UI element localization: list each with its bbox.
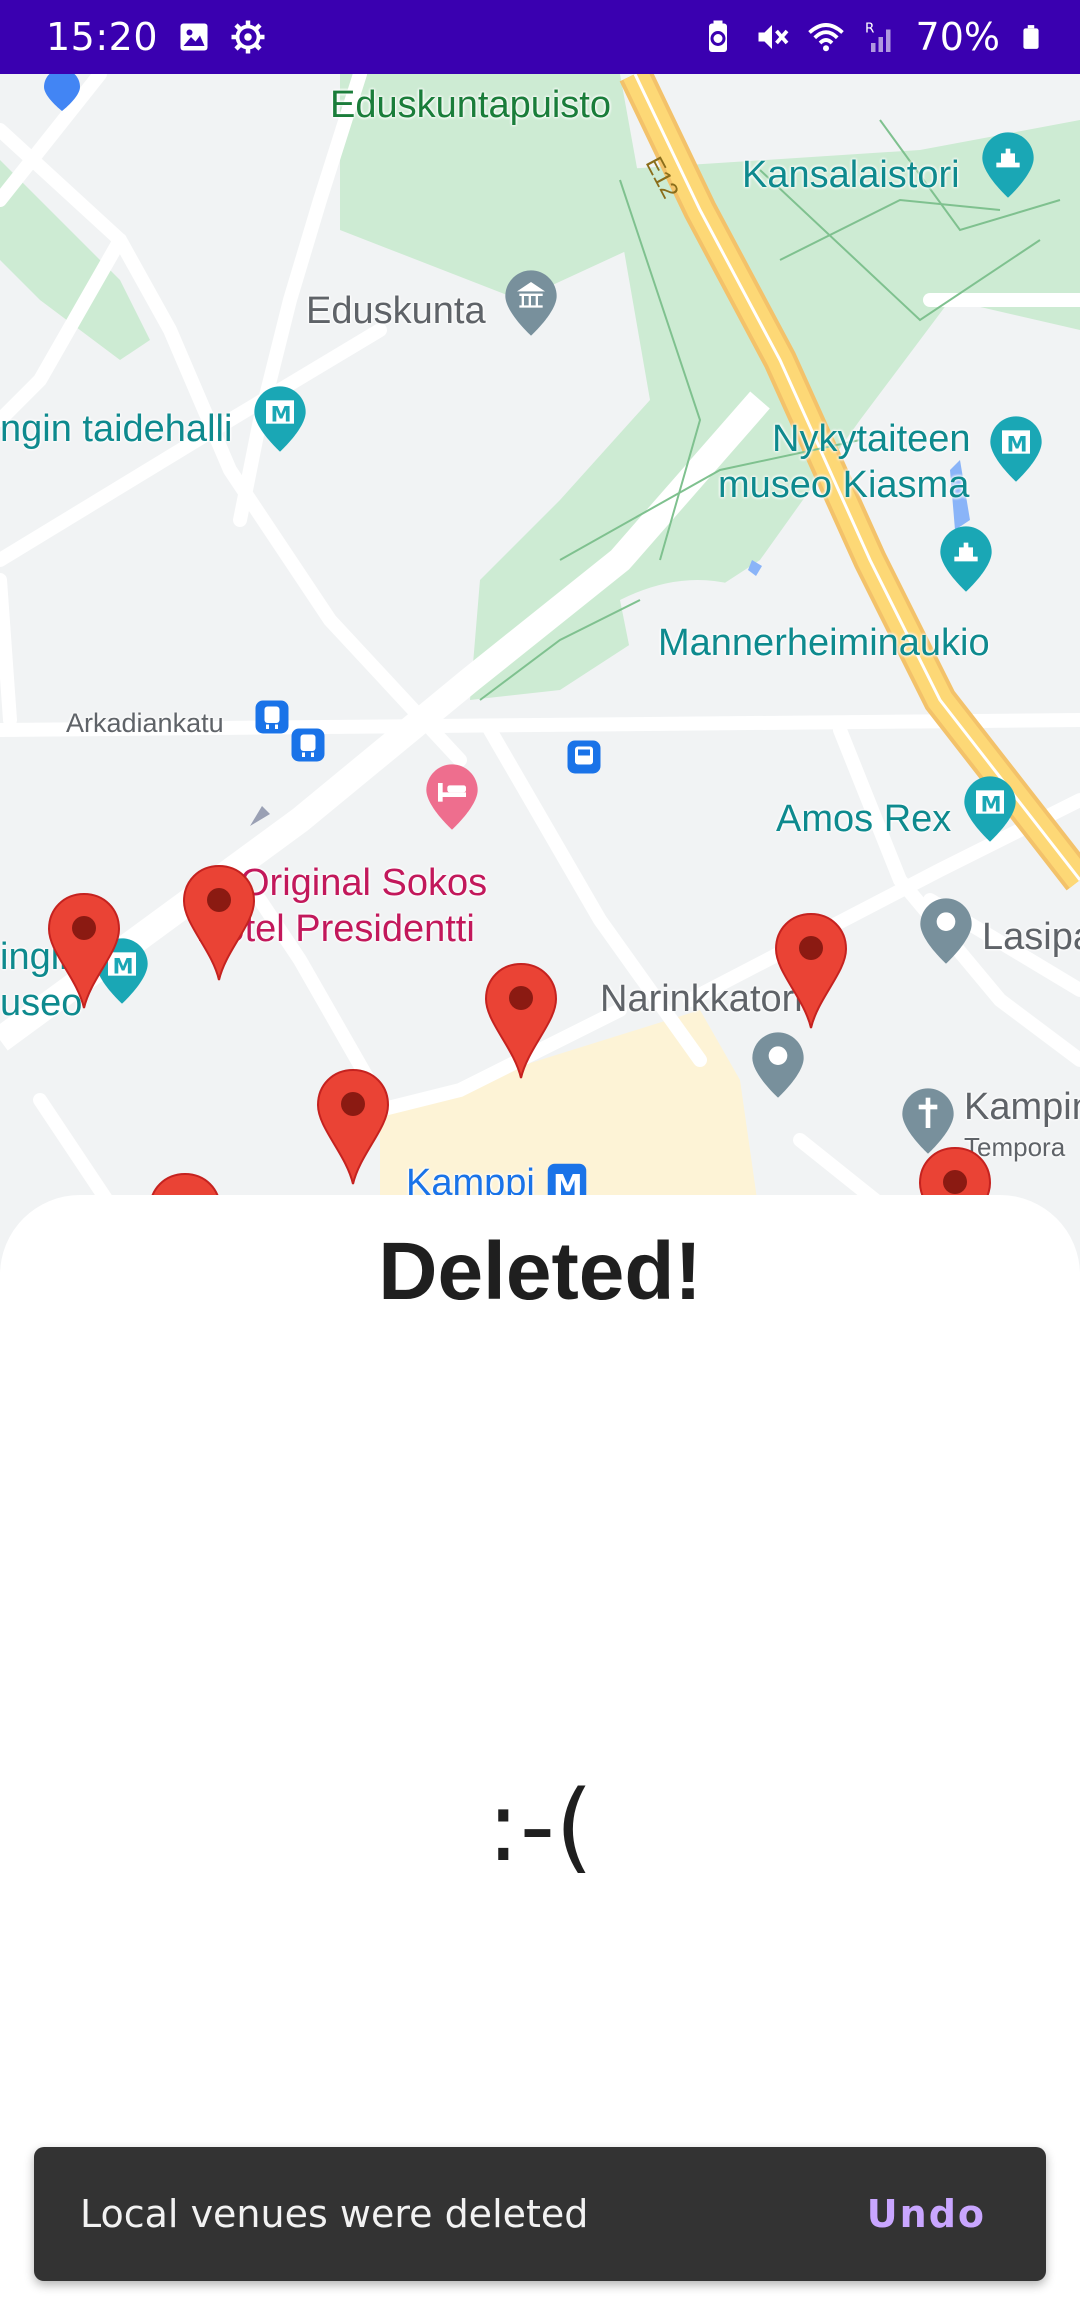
svg-text:M: M <box>981 792 1002 816</box>
map-label-arkadiankatu: Arkadiankatu <box>66 708 224 738</box>
snackbar: Local venues were deleted Undo <box>34 2147 1046 2281</box>
map-label-kansalaistori: Kansalaistori <box>742 154 960 196</box>
tram-stop-icon[interactable] <box>254 698 290 736</box>
status-bar-right: R 70% <box>700 15 1044 59</box>
snackbar-message: Local venues were deleted <box>80 2192 589 2236</box>
museum-icon[interactable]: M <box>252 384 308 454</box>
status-time: 15:20 <box>46 15 159 59</box>
venue-marker[interactable] <box>47 892 121 1010</box>
map-label-kampin: Kampin <box>964 1086 1080 1128</box>
status-bar: 15:20 R 70% <box>0 0 1080 74</box>
map-label-taidehalli: ngin taidehalli <box>0 408 233 450</box>
hotel-icon[interactable] <box>424 762 480 832</box>
map-label-kiasma-line1: Nykytaiteen <box>772 418 971 460</box>
tram-stop-icon[interactable] <box>290 726 326 764</box>
map-label-sokos-line1: Original Sokos <box>240 862 488 904</box>
battery-percentage: 70% <box>915 15 1000 59</box>
government-building-icon[interactable] <box>503 268 559 338</box>
map-label-narinkkatori: Narinkkatori <box>600 978 803 1020</box>
gallery-icon <box>180 23 208 51</box>
venue-marker[interactable] <box>774 912 848 1030</box>
museum-icon[interactable]: M <box>962 774 1018 844</box>
svg-text:M: M <box>1007 432 1028 456</box>
venue-marker[interactable] <box>316 1068 390 1186</box>
museum-icon[interactable] <box>980 130 1036 200</box>
map-label-eduskuntapuisto: Eduskuntapuisto <box>330 84 611 126</box>
status-bar-left: 15:20 <box>46 15 266 59</box>
map-label-kiasma-line2: museo Kiasma <box>718 464 970 506</box>
map-view[interactable]: M M M M M Eduskuntapuisto Kansalaistori … <box>0 74 1080 1224</box>
signal-roaming-icon: R <box>865 21 891 52</box>
battery-icon <box>1023 25 1039 49</box>
settings-gear-icon <box>231 20 265 54</box>
map-label-eduskunta: Eduskunta <box>306 290 486 332</box>
map-label-amos-rex: Amos Rex <box>776 798 952 840</box>
sad-face-text: :-( <box>486 1770 594 1884</box>
place-pin-icon[interactable] <box>918 896 974 966</box>
map-label-lasipalatsi: Lasipa <box>982 916 1080 958</box>
mute-icon <box>758 25 788 49</box>
venue-marker[interactable] <box>484 962 558 1080</box>
bus-stop-icon[interactable] <box>566 738 602 776</box>
location-pin-icon <box>44 74 80 111</box>
undo-button[interactable]: Undo <box>867 2192 986 2236</box>
sheet-title: Deleted! <box>378 1226 702 1317</box>
monument-icon[interactable] <box>938 524 994 594</box>
svg-text:M: M <box>271 402 292 426</box>
museum-icon[interactable]: M <box>988 414 1044 484</box>
battery-saver-icon <box>708 20 727 52</box>
svg-text:R: R <box>865 21 874 37</box>
place-pin-icon[interactable] <box>750 1030 806 1100</box>
map-label-mannerheiminaukio: Mannerheiminaukio <box>658 622 990 664</box>
venue-marker[interactable] <box>182 864 256 982</box>
wifi-icon <box>807 23 844 52</box>
